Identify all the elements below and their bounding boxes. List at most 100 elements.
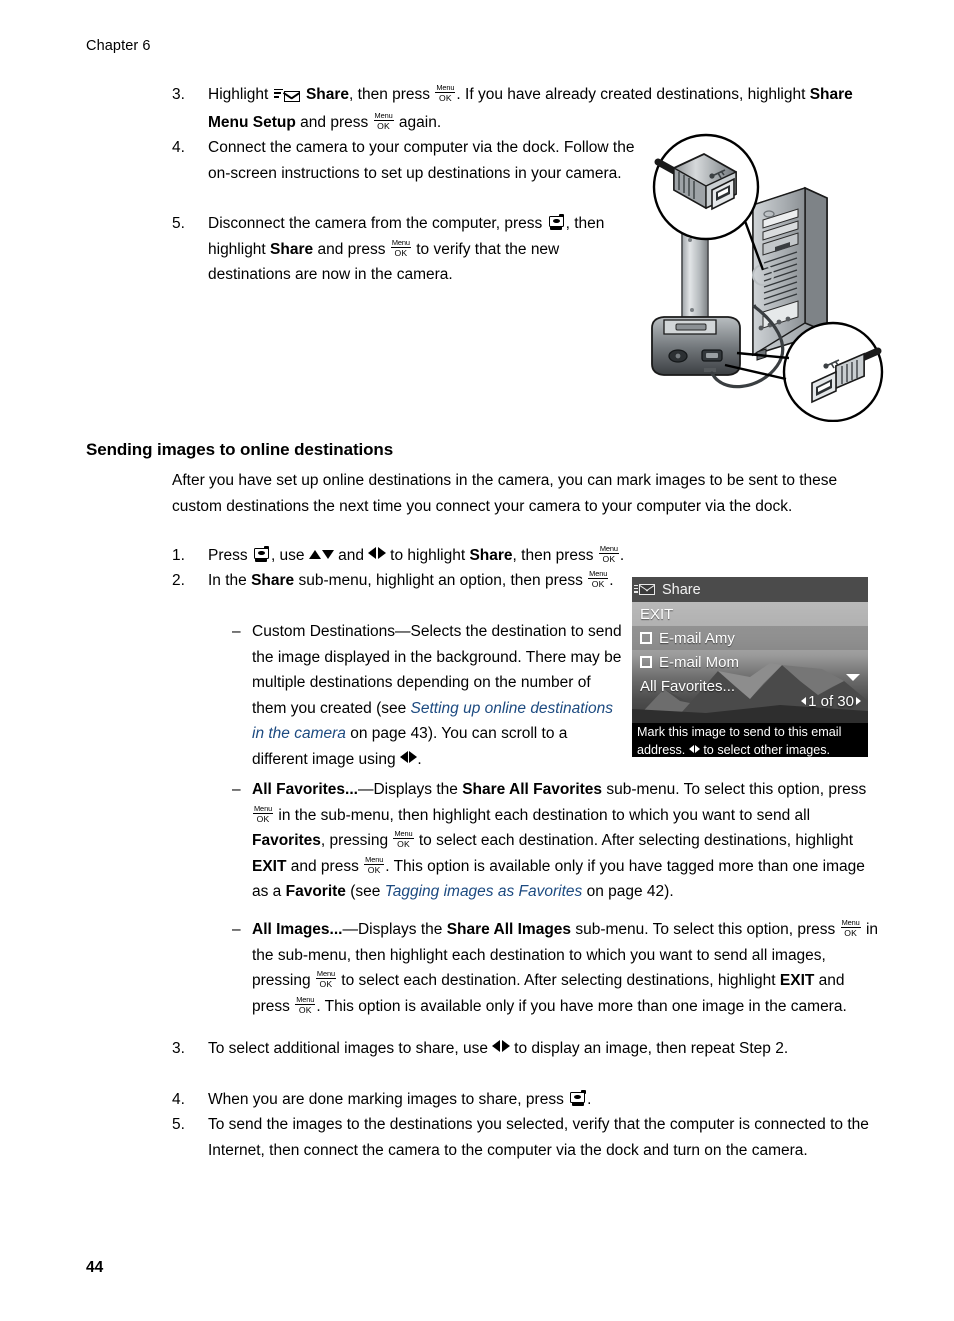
text-fragment: and press <box>295 113 373 131</box>
all-favorites-text: All Favorites...—Displays the Share All … <box>252 777 880 905</box>
bold-term: EXIT <box>252 857 287 875</box>
step-number: 5. <box>172 1116 185 1133</box>
bold-term: Share <box>305 86 350 103</box>
menu-ok-icon: Menu OK <box>840 918 861 938</box>
lcd-menu-item-exit[interactable]: EXIT <box>632 602 868 626</box>
text-fragment: again. <box>394 113 442 131</box>
step-number: 3. <box>172 1040 185 1057</box>
list-item: 2. In the Share sub-menu, highlight an o… <box>172 568 632 594</box>
up-down-arrow-icon <box>308 543 334 569</box>
step-text: To select additional images to share, us… <box>208 1036 884 1062</box>
list-item: 3. Highlight Share, then press Menu OK. I… <box>172 82 862 135</box>
all-images-text: All Images...—Displays the Share All Ima… <box>252 917 880 1019</box>
text-fragment: . This option is available only if you h… <box>316 997 847 1015</box>
bold-term: All Favorites... <box>252 781 358 798</box>
prev-arrow-icon[interactable] <box>801 697 807 705</box>
text-fragment: sub-menu. To select this option, press <box>571 921 840 938</box>
text-fragment: in the sub-menu, then highlight each des… <box>274 806 811 824</box>
link-tagging-images-as-favorites[interactable]: Tagging images as Favorites <box>385 883 583 900</box>
step-text: Highlight Share, then press Menu OK. If y… <box>208 82 862 135</box>
text-fragment: and <box>333 547 369 564</box>
bold-term: Share All Images <box>446 921 572 938</box>
text-fragment: Highlight <box>208 86 273 103</box>
bold-term: Share All Favorites <box>462 781 603 798</box>
text-fragment: . If you have already created destinatio… <box>456 86 810 103</box>
camera-playback-icon <box>253 546 270 563</box>
chevron-down-icon[interactable] <box>846 674 860 681</box>
left-right-arrow-icon <box>492 1036 510 1062</box>
text-fragment: Press <box>208 547 252 564</box>
step-number: 5. <box>172 215 185 232</box>
bold-term: EXIT <box>779 972 815 989</box>
usb-connector-a-closeup <box>652 133 765 271</box>
bold-term: Favorites <box>252 832 321 849</box>
text-fragment: . <box>417 750 422 768</box>
lcd-menu-item-email-amy[interactable]: E-mail Amy <box>632 626 868 650</box>
chapter-label: Chapter 6 <box>86 38 151 54</box>
lcd-menu-item-email-mom[interactable]: E-mail Mom <box>632 650 868 674</box>
text-fragment: , then press <box>512 547 598 564</box>
step-text: Connect the camera to your computer via … <box>208 139 635 182</box>
lcd-help-bar: Mark this image to send to this email ad… <box>632 723 868 757</box>
next-arrow-icon[interactable] <box>856 697 861 705</box>
lcd-title-bar: Share <box>632 577 868 602</box>
step-text: To send the images to the destinations y… <box>208 1116 869 1159</box>
menu-item-label: E-mail Mom <box>659 653 740 671</box>
text-fragment: —Displays the <box>342 921 447 938</box>
menu-ok-icon: Menu OK <box>295 994 316 1015</box>
step-number: 1. <box>172 547 185 564</box>
list-item: 3. To select additional images to share,… <box>172 1036 884 1062</box>
step-number: 3. <box>172 86 185 103</box>
step-text: In the Share sub-menu, highlight an opti… <box>208 568 632 594</box>
text-fragment: on page 43 <box>345 725 428 742</box>
usb-connector-b-closeup <box>724 321 884 423</box>
step-number: 4. <box>172 1091 185 1108</box>
left-right-arrow-icon <box>399 747 418 773</box>
custom-destinations-text: Custom Destinations—Selects the destinat… <box>252 619 624 772</box>
text-fragment: to display an image, then repeat Step 2. <box>509 1040 789 1057</box>
document-page: Chapter 6 3. Highlight Share, then press… <box>0 0 954 1321</box>
text-fragment: (see <box>345 883 385 900</box>
checkbox-icon[interactable] <box>640 656 652 668</box>
text-fragment: address. <box>637 742 686 757</box>
step-text: When you are done marking images to shar… <box>208 1087 884 1113</box>
bold-term: Share <box>469 547 513 564</box>
bold-term: Favorite <box>285 883 346 900</box>
share-envelope-icon <box>634 583 655 596</box>
menu-ok-icon: Menu OK <box>364 854 385 875</box>
camera-lcd-screenshot: Share EXIT E-mail Amy E-mail Mom All Fav… <box>632 577 868 757</box>
text-fragment: sub-menu. To select this option, press <box>602 781 867 798</box>
text-fragment: . <box>619 547 625 564</box>
text-fragment: to highlight <box>385 547 470 564</box>
text-fragment: To select additional images to share, us… <box>208 1040 493 1057</box>
camera-playback-icon <box>569 1090 586 1107</box>
page-number: 44 <box>86 1259 104 1276</box>
lcd-title-text: Share <box>662 581 701 598</box>
step-text: Disconnect the camera from the computer,… <box>208 211 640 288</box>
checkbox-icon[interactable] <box>640 632 652 644</box>
menu-ok-icon: Menu OK <box>253 803 274 824</box>
text-fragment: to select other images. <box>703 742 831 757</box>
bold-term: Share <box>251 572 295 589</box>
text-fragment: to select each destination. After select… <box>414 832 854 849</box>
list-item: 4. When you are done marking images to s… <box>172 1087 884 1113</box>
camera-dock-usb-computer-diagram <box>630 132 900 423</box>
page-title: Sending images to online destinations <box>86 440 394 459</box>
text-fragment: , then press <box>349 86 435 103</box>
bold-term: Share <box>270 240 314 258</box>
lcd-share-menu[interactable]: EXIT E-mail Amy E-mail Mom All Favorites… <box>632 602 868 698</box>
menu-item-label: E-mail Amy <box>659 629 735 647</box>
text-fragment: on page 42 <box>582 883 665 900</box>
help-line-2: address. to select other images. <box>637 741 868 758</box>
step-text: Press , use and to highlight Share, then… <box>208 543 872 569</box>
menu-ok-icon: Menu OK <box>435 83 456 103</box>
text-fragment: In the <box>208 572 252 589</box>
list-item: 1. Press , use and to highlight Share, t… <box>172 543 872 569</box>
menu-ok-icon: Menu OK <box>390 237 411 258</box>
text-fragment: —Displays the <box>357 781 463 798</box>
image-counter: 1 of 30 <box>801 693 861 710</box>
text-fragment: , pressing <box>320 832 393 849</box>
text-fragment: ). <box>664 883 674 900</box>
bold-term: All Images... <box>252 921 343 938</box>
text-fragment: to select each destination. After select… <box>337 972 780 989</box>
